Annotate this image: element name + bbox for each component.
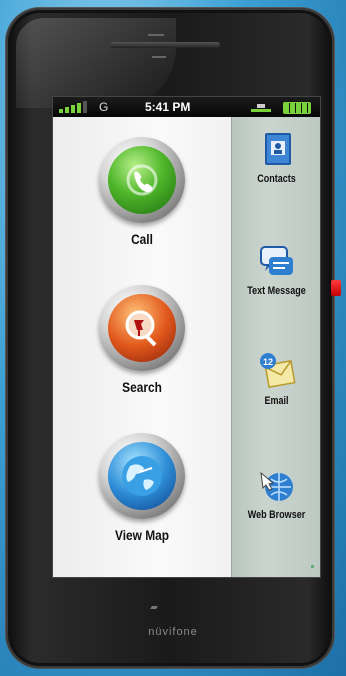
web-browser-app[interactable]: Web Browser [232, 465, 320, 521]
side-apps-panel: Contacts Text Message 12 Email Web Brows… [231, 117, 320, 577]
call-app[interactable]: Call [81, 137, 203, 247]
email-envelope-icon: 12 [257, 351, 297, 391]
clock: 5:41 PM [145, 100, 191, 114]
network-type: G [99, 100, 109, 114]
view-map-label: View Map [114, 527, 170, 543]
main-apps-panel: Call Search View Map [53, 117, 231, 577]
email-badge: 12 [262, 357, 272, 367]
wifi-icon [251, 104, 271, 112]
contacts-label: Contacts [257, 173, 296, 185]
search-button[interactable] [99, 285, 185, 371]
phone-highlight [16, 18, 176, 108]
device-brand: nüvifone [148, 626, 198, 638]
phone-handset-icon [126, 164, 158, 196]
web-browser-label: Web Browser [247, 509, 306, 521]
speaker-mark-top [148, 34, 164, 36]
earpiece-speaker [110, 42, 220, 48]
view-map-app[interactable]: View Map [81, 433, 203, 543]
status-bar: G 5:41 PM [53, 97, 320, 117]
phone-screen: G 5:41 PM Call Search View Map Contacts … [52, 96, 321, 578]
speaker-mark-bottom [152, 56, 166, 58]
chat-bubbles-icon [257, 241, 297, 281]
side-button[interactable] [331, 280, 341, 296]
view-map-button[interactable] [99, 433, 185, 519]
text-message-app[interactable]: Text Message [232, 241, 320, 297]
call-label: Call [131, 231, 153, 247]
globe-map-icon [122, 456, 162, 496]
call-button[interactable] [99, 137, 185, 223]
search-label: Search [122, 379, 162, 395]
signal-bars-icon [59, 101, 87, 113]
scroll-indicator [311, 565, 314, 568]
email-label: Email [264, 395, 289, 407]
text-message-label: Text Message [247, 285, 306, 297]
globe-arrow-icon [257, 465, 297, 505]
search-app[interactable]: Search [81, 285, 203, 395]
contacts-book-icon [257, 129, 297, 169]
contacts-app[interactable]: Contacts [232, 129, 320, 185]
email-app[interactable]: 12 Email [232, 351, 320, 407]
battery-icon [283, 102, 311, 114]
magnifier-pin-icon [125, 310, 157, 347]
